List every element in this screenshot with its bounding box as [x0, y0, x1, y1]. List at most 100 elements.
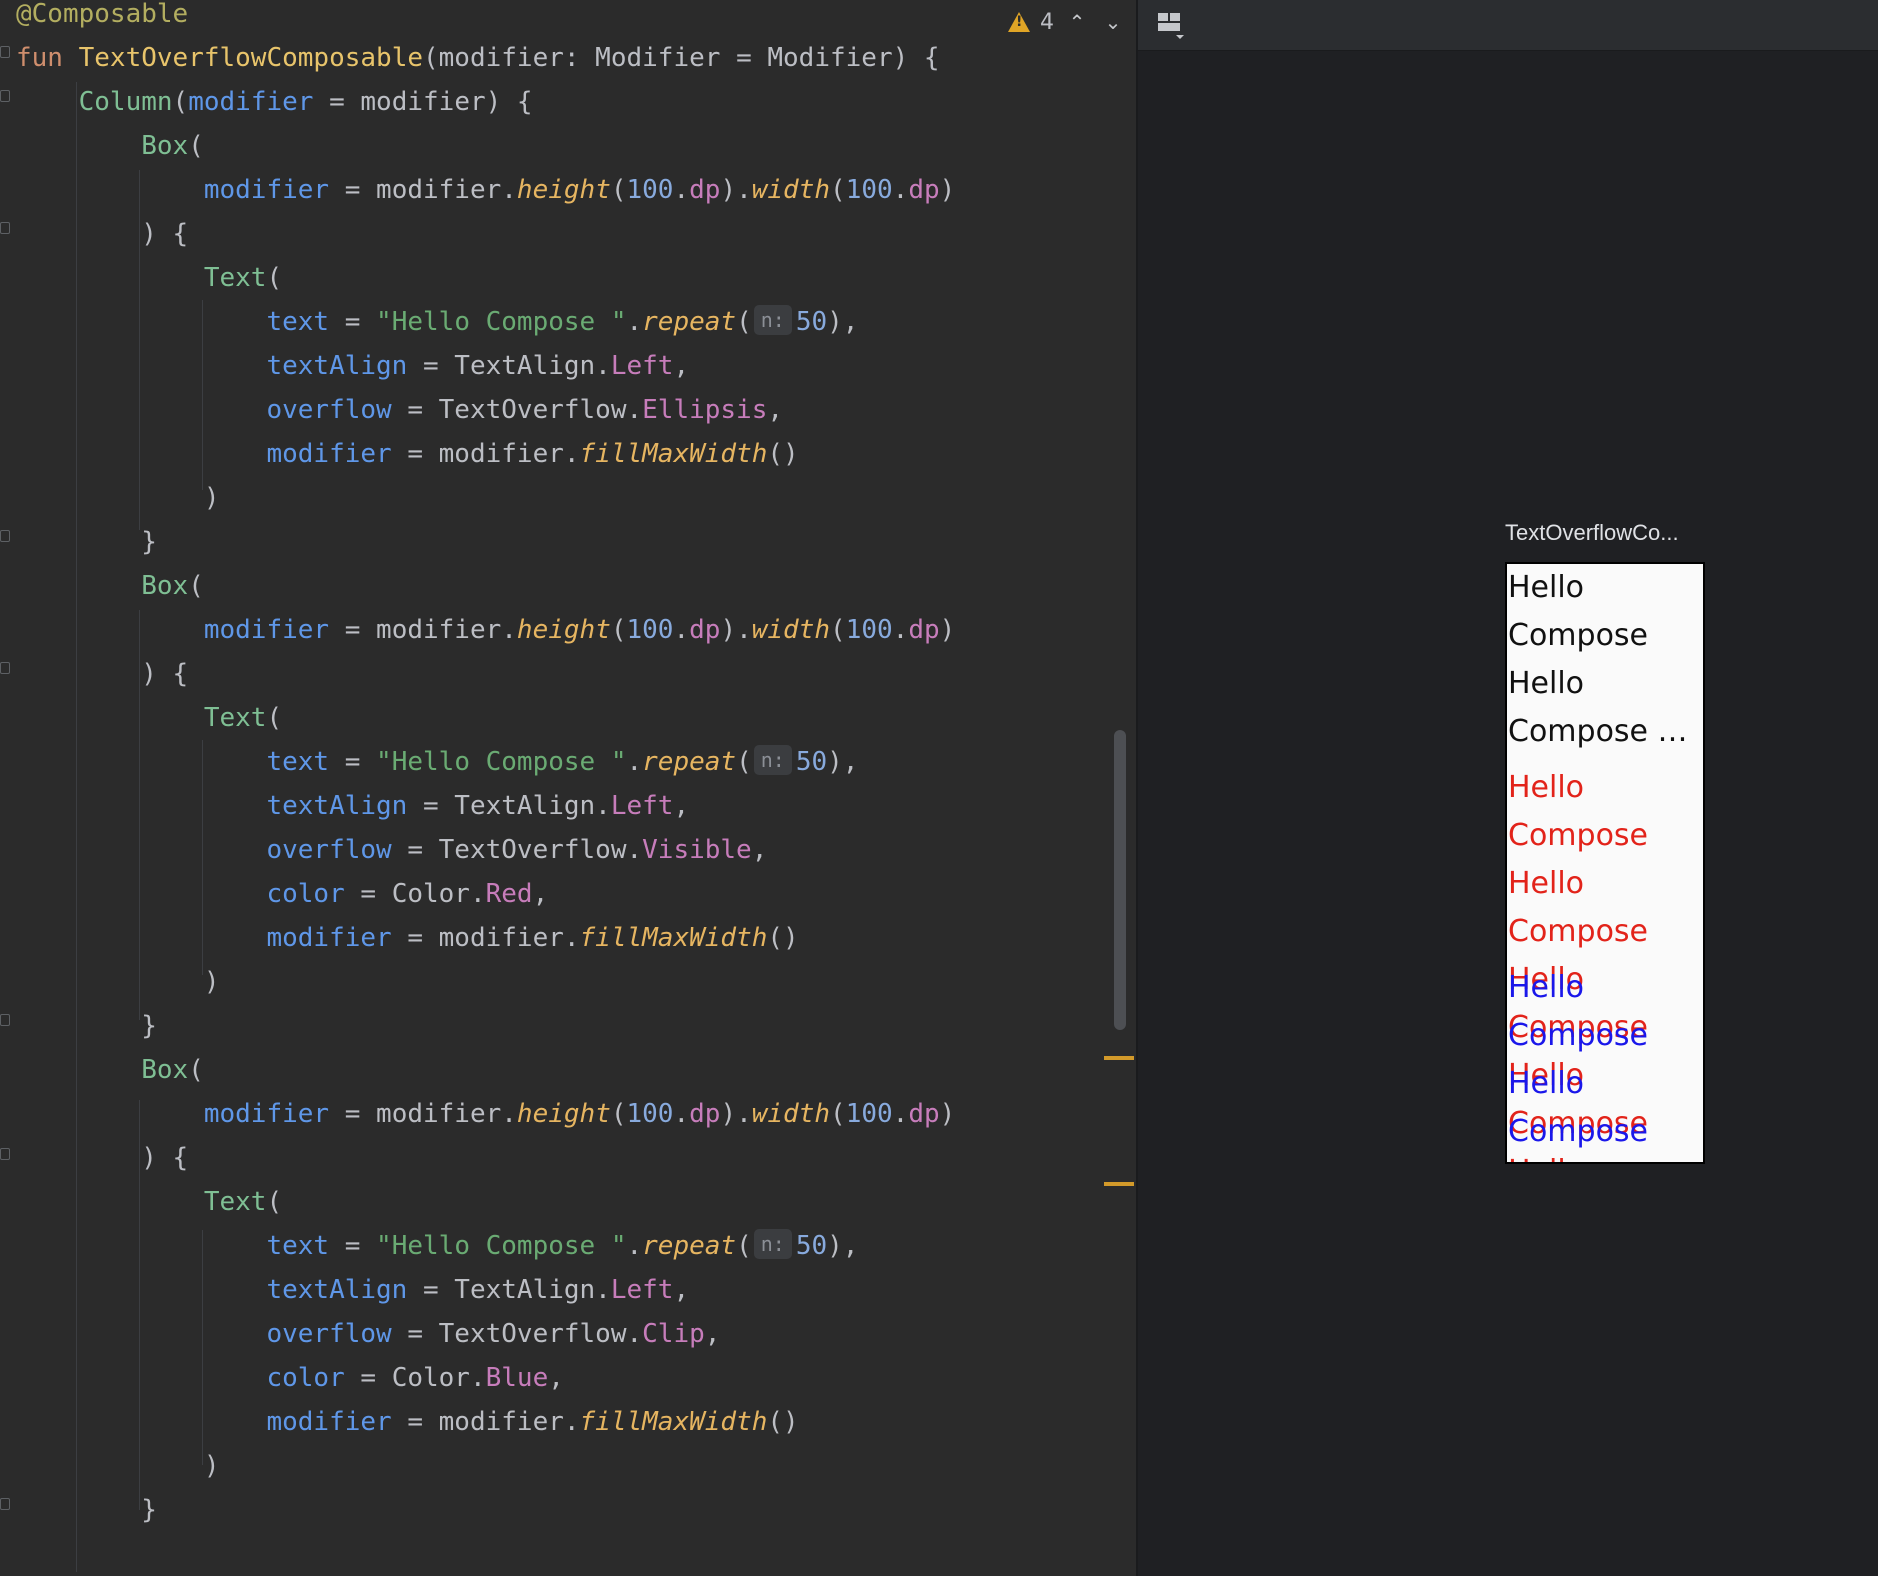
code-line[interactable]: modifier = modifier.fillMaxWidth() — [16, 432, 955, 476]
code-token: dp — [689, 1099, 721, 1129]
code-line[interactable]: Box( — [16, 1048, 955, 1092]
fold-marker[interactable] — [0, 530, 10, 542]
code-token: ( — [736, 307, 752, 337]
code-line[interactable]: Text( — [16, 1180, 955, 1224]
code-line[interactable]: Text( — [16, 696, 955, 740]
fold-marker[interactable] — [0, 1498, 10, 1510]
code-line[interactable]: color = Color.Red, — [16, 872, 955, 916]
code-token: , — [673, 351, 690, 381]
code-token: fillMaxWidth — [579, 923, 768, 953]
code-token: "Hello Compose " — [376, 307, 627, 337]
previous-highlight-icon[interactable]: ⌃ — [1064, 9, 1090, 35]
code-line[interactable]: modifier = modifier.height(100.dp).width… — [16, 608, 955, 652]
code-text[interactable]: @Composable fun TextOverflowComposable(mo… — [16, 0, 955, 1532]
ellipsis-line: Compose Hello Compose — [1508, 714, 1703, 749]
code-token: () — [767, 923, 799, 953]
code-line[interactable]: Text( — [16, 256, 955, 300]
code-line[interactable]: modifier = modifier.fillMaxWidth() — [16, 916, 955, 960]
warning-stripe-marker[interactable] — [1104, 1182, 1134, 1186]
code-line[interactable]: ) { — [16, 652, 955, 696]
code-line[interactable]: ) { — [16, 212, 955, 256]
code-token: Text — [203, 703, 267, 733]
code-line[interactable]: ) — [16, 960, 955, 1004]
code-token: ( — [266, 1187, 283, 1217]
fold-marker[interactable] — [0, 1014, 10, 1026]
code-line[interactable]: textAlign = TextAlign.Left, — [16, 784, 955, 828]
code-token: text — [266, 307, 330, 337]
code-line[interactable]: Box( — [16, 124, 955, 168]
code-token: dp — [689, 615, 721, 645]
code-token: = Color. — [344, 1363, 486, 1393]
code-line[interactable]: color = Color.Blue, — [16, 1356, 955, 1400]
code-token: width — [751, 175, 831, 205]
code-token: ) { — [16, 1143, 189, 1173]
code-token: Clip — [642, 1319, 705, 1349]
code-line[interactable]: overflow = TextOverflow.Clip, — [16, 1312, 955, 1356]
code-token: . — [673, 175, 690, 205]
code-token: . — [626, 307, 643, 337]
code-line[interactable]: overflow = TextOverflow.Ellipsis, — [16, 388, 955, 432]
code-token: () — [767, 1407, 799, 1437]
code-line[interactable]: @Composable — [16, 0, 955, 36]
code-token: ) { — [16, 659, 189, 689]
code-token: overflow — [266, 835, 392, 865]
code-line[interactable]: text = "Hello Compose ".repeat(n: 50), — [16, 1224, 955, 1268]
code-line[interactable]: Column(modifier = modifier) { — [16, 80, 955, 124]
code-token: ( — [610, 1099, 627, 1129]
code-token: 100 — [845, 175, 893, 205]
code-token: , — [673, 1275, 690, 1305]
code-token: = modifier. — [391, 1407, 580, 1437]
code-line[interactable]: text = "Hello Compose ".repeat(n: 50), — [16, 300, 955, 344]
code-line[interactable]: Box( — [16, 564, 955, 608]
code-token: 50 — [795, 1231, 828, 1261]
preview-title[interactable]: TextOverflowCo... — [1505, 520, 1679, 546]
code-line[interactable]: } — [16, 520, 955, 564]
code-token: = modifier. — [391, 923, 580, 953]
code-token: , — [673, 791, 690, 821]
fold-marker[interactable] — [0, 222, 10, 234]
fold-marker[interactable] — [0, 90, 10, 102]
code-line[interactable]: textAlign = TextAlign.Left, — [16, 344, 955, 388]
warning-stripe-marker[interactable] — [1104, 1056, 1134, 1060]
code-token: = TextAlign. — [407, 791, 611, 821]
code-line[interactable]: } — [16, 1004, 955, 1048]
code-token: Text — [203, 263, 267, 293]
inspection-widget[interactable]: 4 ⌃ ⌄ — [1008, 4, 1126, 40]
code-line[interactable]: fun TextOverflowComposable(modifier: Mod… — [16, 36, 955, 80]
code-token: (modifier: Modifier = Modifier) { — [423, 43, 940, 73]
preview-toolbar — [1138, 0, 1878, 51]
next-highlight-icon[interactable]: ⌄ — [1100, 9, 1126, 35]
code-token: . — [892, 615, 909, 645]
code-token: color — [266, 879, 345, 909]
fold-marker[interactable] — [0, 662, 10, 674]
code-token: . — [626, 747, 643, 777]
preview-device-frame[interactable]: HelloComposeHello Compose Hello Compose … — [1505, 562, 1705, 1164]
code-line[interactable]: modifier = modifier.height(100.dp).width… — [16, 168, 955, 212]
code-line[interactable]: overflow = TextOverflow.Visible, — [16, 828, 955, 872]
code-line[interactable]: ) — [16, 476, 955, 520]
code-line[interactable]: } — [16, 1488, 955, 1532]
code-token: ), — [827, 1231, 859, 1261]
code-line[interactable]: ) — [16, 1444, 955, 1488]
code-line[interactable]: modifier = modifier.fillMaxWidth() — [16, 1400, 955, 1444]
code-line[interactable]: textAlign = TextAlign.Left, — [16, 1268, 955, 1312]
code-editor[interactable]: @Composable fun TextOverflowComposable(mo… — [0, 0, 1136, 1576]
code-token: dp — [908, 1099, 940, 1129]
fold-marker[interactable] — [0, 46, 10, 58]
code-token: ), — [827, 307, 859, 337]
fold-marker[interactable] — [0, 1148, 10, 1160]
code-token: = TextAlign. — [407, 1275, 611, 1305]
code-token: Left — [610, 791, 674, 821]
layout-options-icon[interactable] — [1154, 10, 1190, 40]
code-token: dp — [689, 175, 721, 205]
code-line[interactable]: ) { — [16, 1136, 955, 1180]
code-line[interactable]: modifier = modifier.height(100.dp).width… — [16, 1092, 955, 1136]
editor-scrollbar[interactable] — [1114, 730, 1126, 1030]
code-line[interactable]: text = "Hello Compose ".repeat(n: 50), — [16, 740, 955, 784]
